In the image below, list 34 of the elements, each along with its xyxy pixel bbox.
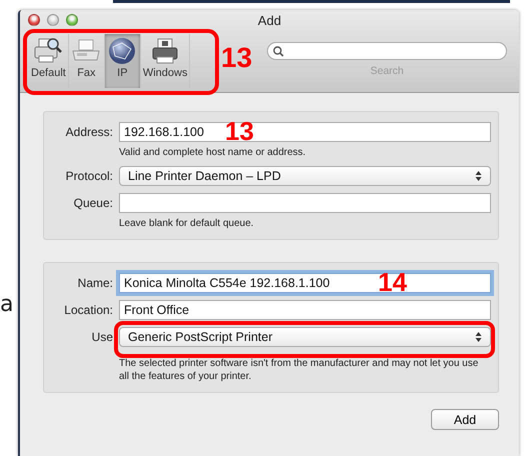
field-label: Name: <box>76 276 113 290</box>
zoom-button[interactable] <box>66 14 78 26</box>
minimize-button[interactable] <box>47 14 59 26</box>
search-label: Search <box>370 65 404 77</box>
toolbar-tab[interactable]: Windows <box>140 34 190 88</box>
text-field[interactable]: 192.168.1.100 13 <box>119 122 491 142</box>
printer-icon <box>150 37 180 65</box>
up-down-arrows-icon <box>475 331 482 343</box>
toolbar-tab[interactable]: Default <box>29 34 69 88</box>
printer-magnifier-icon <box>33 37 64 65</box>
field-label: Location: <box>63 303 113 317</box>
popup-button[interactable]: Generic PostScript Printer <box>119 327 491 347</box>
close-button[interactable] <box>28 14 40 26</box>
toolbar-tab[interactable]: Fax <box>68 34 105 88</box>
text-field[interactable]: Konica Minolta C554e 192.168.1.100 14 <box>119 273 491 293</box>
popup-button[interactable]: Line Printer Daemon – LPD <box>119 166 491 186</box>
text-field[interactable] <box>119 193 491 213</box>
field-label: Use <box>90 330 113 344</box>
text-field[interactable]: Front Office <box>119 300 491 320</box>
toolbar-tab[interactable]: IP <box>104 34 141 88</box>
field-label: Queue: <box>72 196 113 210</box>
callout-number: 13 <box>221 43 252 73</box>
globe-icon <box>107 37 138 65</box>
hint-text: Leave blank for default queue. <box>119 217 255 230</box>
up-down-arrows-icon <box>475 170 482 182</box>
add-button[interactable]: Add <box>431 409 499 430</box>
search-icon <box>273 46 284 56</box>
field-label: Protocol: <box>64 169 113 183</box>
field-label: Address: <box>64 125 113 139</box>
search-field[interactable] <box>267 42 507 60</box>
hint-text: The selected printer software isn't from the manufacturer and may not let you use all the features of your printer. <box>119 357 480 383</box>
page-text: a <box>0 292 14 317</box>
hint-text: Valid and complete host name or address. <box>119 146 307 159</box>
window-title: Add <box>258 12 282 28</box>
